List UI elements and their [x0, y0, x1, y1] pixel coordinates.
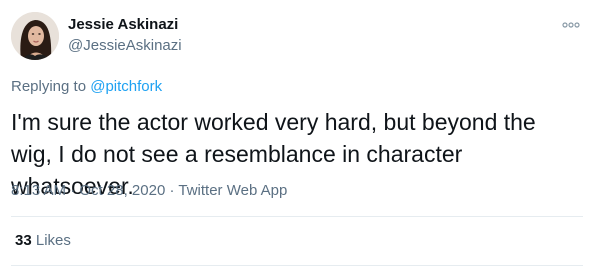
avatar-image: [11, 12, 59, 60]
likes-count: 33: [15, 232, 32, 249]
divider: [11, 216, 583, 217]
likes-label: Likes: [35, 232, 71, 249]
tweet-date[interactable]: Oct 28, 2020: [79, 182, 165, 199]
tweet-meta: 8:13 AM · Oct 28, 2020 · Twitter Web App: [11, 182, 287, 199]
author-name[interactable]: Jessie Askinazi: [68, 16, 178, 33]
more-options-button[interactable]: [560, 18, 582, 32]
avatar[interactable]: [11, 12, 59, 60]
divider: [11, 265, 583, 266]
author-handle[interactable]: @JessieAskinazi: [68, 37, 182, 54]
replying-to-label: Replying to: [11, 78, 87, 95]
meta-separator: ·: [70, 182, 76, 199]
replying-to: Replying to @pitchfork: [11, 78, 162, 95]
tweet-source[interactable]: Twitter Web App: [178, 182, 287, 199]
tweet-card: Jessie Askinazi @JessieAskinazi Replying…: [0, 0, 594, 267]
tweet-time[interactable]: 8:13 AM: [11, 182, 66, 199]
meta-separator: ·: [169, 182, 175, 199]
more-horizontal-icon: [562, 22, 580, 28]
reply-mention-link[interactable]: @pitchfork: [90, 78, 162, 95]
likes-stat[interactable]: 33 Likes: [15, 232, 71, 249]
